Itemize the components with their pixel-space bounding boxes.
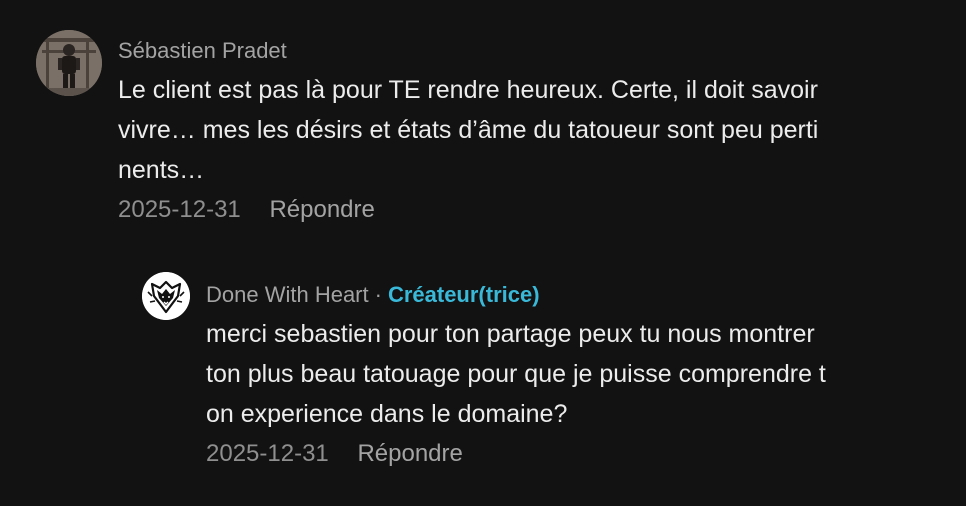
reply-header: Done With Heart · Créateur(trice) — [206, 280, 966, 310]
user-photo-icon — [36, 30, 102, 96]
user-avatar[interactable] — [36, 30, 102, 96]
comment-meta: 2025-12-31 Répondre — [118, 194, 966, 226]
wolf-logo-icon — [142, 272, 190, 320]
reply-meta: 2025-12-31 Répondre — [206, 438, 966, 470]
reply-button[interactable]: Répondre — [357, 440, 462, 467]
comment-date: 2025-12-31 — [118, 196, 241, 223]
separator-dot: · — [374, 282, 382, 307]
comment-body: Sébastien Pradet Le client est pas là po… — [118, 36, 966, 226]
reply-button[interactable]: Répondre — [269, 196, 374, 223]
comment-header: Sébastien Pradet — [118, 36, 966, 66]
author-name[interactable]: Sébastien Pradet — [118, 38, 287, 63]
reply-date: 2025-12-31 — [206, 440, 329, 467]
author-name[interactable]: Done With Heart — [206, 282, 369, 307]
comment-text: Le client est pas là pour TE rendre heur… — [118, 76, 819, 184]
creator-avatar[interactable] — [142, 272, 190, 320]
creator-badge: Créateur(trice) — [387, 282, 540, 307]
reply-body: Done With Heart · Créateur(trice) merci se… — [206, 280, 966, 470]
reply-text: merci sebastien pour ton partage peux tu… — [206, 320, 826, 428]
